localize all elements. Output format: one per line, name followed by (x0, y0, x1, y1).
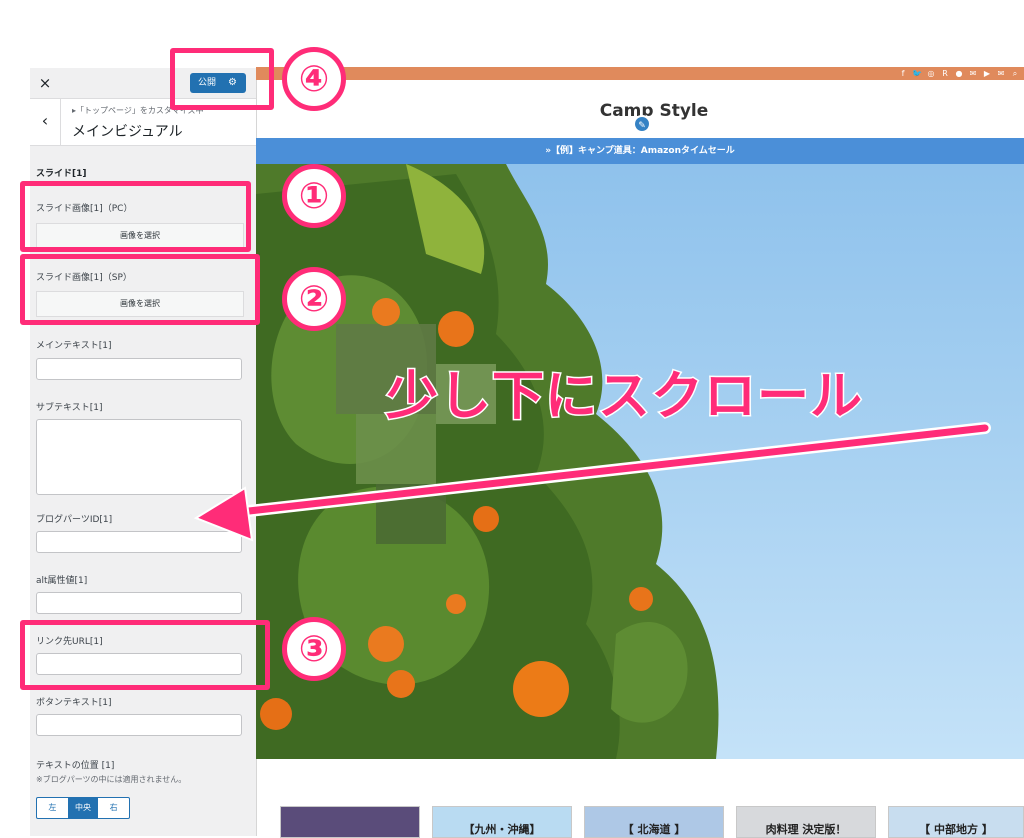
scroll-instruction: 少し下にスクロール (384, 366, 864, 429)
